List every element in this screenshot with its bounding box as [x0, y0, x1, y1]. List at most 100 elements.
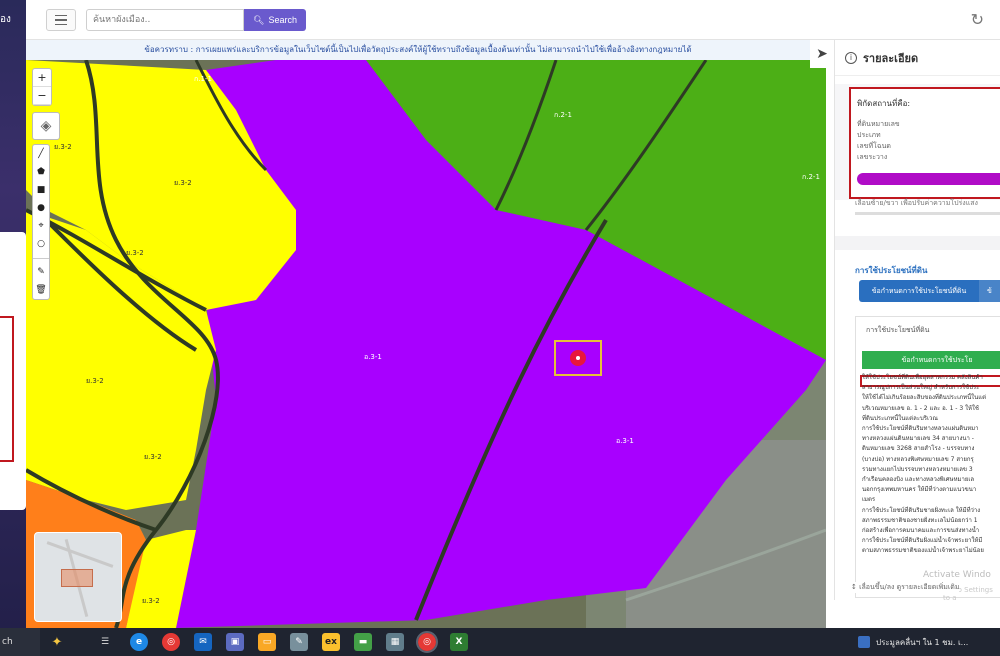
rule-line: กำเรือนคลองบิง และทางหลวงพิเศษหมายเล — [862, 476, 975, 484]
app-window: อง 🔍︎ Search ↻ ข้อควรทราบ : การเผยแพร่แล… — [0, 0, 1000, 656]
app-ex-icon[interactable]: ex — [322, 633, 340, 651]
mail-icon[interactable]: ✉ — [194, 633, 212, 651]
hamburger-menu-button[interactable] — [46, 9, 76, 31]
coordinate-label: พิกัดสถานที่คือ: — [857, 99, 911, 108]
rules-header: ข้อกำหนดการใช้ประโย — [862, 351, 1000, 369]
draw-circle-icon[interactable]: ● — [33, 199, 49, 217]
rule-line: นอกกรุงเทพมหานคร ให้มีที่ว่างตามแนวขนา — [862, 486, 977, 494]
taskbar-search[interactable]: ch — [0, 628, 40, 656]
rule-line: สาธารณูปการเป็นส่วนใหญ่ สำหรับการใช้ประ — [862, 384, 980, 392]
opacity-slider[interactable] — [855, 212, 1000, 215]
zoning-map-svg — [26, 60, 826, 628]
task-view-icon[interactable]: ☰ — [96, 633, 114, 651]
rule-line: การใช้ประโยชน์ที่ดินริมฝั่งแม่น้ำเจ้าพระ… — [862, 537, 983, 545]
parcel-number-label: ที่ดินหมายเลข — [857, 120, 900, 128]
rule-line: บริเวณหมายเลข อ. 1 - 2 และ อ. 1 - 3 ให้ใ… — [862, 404, 979, 412]
edit-layers-icon[interactable]: ✎ — [33, 263, 49, 281]
rule-line: รวมทางแยกไปบรรจบทางหลวงหมายเลข 3 — [862, 465, 973, 473]
excel-icon[interactable]: X — [450, 633, 468, 651]
map-view[interactable]: ย.3-2 ย.3-2 ย.3-2 ย.3-2 ย.3-2 ย.3-2 อ.3-… — [26, 60, 826, 628]
layers-icon[interactable]: ◈ — [32, 112, 60, 140]
chrome-browser-icon[interactable]: ◎ — [162, 633, 180, 651]
file-explorer-icon[interactable]: ▭ — [258, 633, 276, 651]
chrome-active-icon[interactable]: ◎ — [416, 631, 438, 653]
rule-line: เมตร — [862, 496, 876, 504]
zoom-out-button[interactable]: − — [33, 87, 51, 105]
zone-label: ย.3-2 — [86, 377, 104, 385]
left-highlight-box — [0, 316, 14, 462]
tab-landuse-rules[interactable]: ข้อกำหนดการใช้ประโยชน์ที่ดิน — [859, 280, 979, 302]
rule-line: ตามสภาพธรรมชาติของแม่น้ำเจ้าพระยาไม่น้อย — [862, 547, 984, 555]
search-icon: 🔍︎ — [253, 14, 265, 25]
draw-rectangle-icon[interactable]: ■ — [33, 181, 49, 199]
rule-line: ให้ใช้ประโยชน์ที่ดินเพื่ออุตสาหกรรม คลัง… — [862, 374, 983, 381]
draw-polygon-icon[interactable]: ⬟ — [33, 163, 49, 181]
info-icon: i — [845, 51, 857, 64]
zone-label: ก.1-1 — [194, 75, 212, 83]
landuse-card-label: การใช้ประโยชน์ที่ดิน — [866, 326, 930, 334]
windows-taskbar: ch ✦ ☰ e ◎ ✉ ▣ ▭ ✎ ex ▬ ▦ ◎ X ประมูลคลื่… — [0, 628, 1000, 656]
zone-label: ย.3-2 — [126, 249, 144, 257]
search-input[interactable] — [86, 9, 244, 31]
draw-circle-marker-icon[interactable]: ○ — [33, 235, 49, 253]
parcel-type-label: ประเภท — [857, 131, 881, 139]
rule-line: ให้ใช้ได้ไม่เกินร้อยละสิบของที่ดินประเภท… — [862, 394, 986, 402]
coordinate-box: พิกัดสถานที่คือ: ที่ดินหมายเลข ประเภท เล… — [849, 87, 1000, 199]
edge-browser-icon[interactable]: e — [130, 633, 148, 651]
collapse-panel-icon[interactable]: ➤ — [810, 40, 834, 68]
zone-label: อ.3-1 — [616, 437, 634, 445]
line-chat-icon[interactable]: ▬ — [354, 633, 372, 651]
panel-title: รายละเอียด — [863, 51, 919, 65]
logo-fragment: อง — [0, 14, 11, 25]
overview-minimap[interactable] — [34, 532, 122, 622]
notes-app-icon[interactable]: ✎ — [290, 633, 308, 651]
top-bar: 🔍︎ Search ↻ — [26, 0, 1000, 40]
rule-line: ก่อสร้างเพื่อการคมนาคมและการขนส่งทางน้ำ — [862, 527, 980, 535]
zone-label: ย.3-2 — [144, 453, 162, 461]
draw-marker-icon[interactable]: ⌖ — [33, 217, 49, 235]
rule-line: (บางบ่อ) ทางหลวงพิเศษหมายเลข 7 สายกรุ — [862, 455, 974, 463]
search-button[interactable]: 🔍︎ Search — [244, 9, 306, 31]
landuse-section-title: การใช้ประโยชน์ที่ดิน — [855, 266, 928, 275]
rules-text: ให้ใช้ประโยชน์ที่ดินเพื่ออุตสาหกรรม คลัง… — [862, 373, 1000, 557]
zone-label: ก.2-1 — [554, 111, 572, 119]
calculator-icon[interactable]: ▦ — [386, 633, 404, 651]
deed-number-label: เลขที่โฉนด — [857, 142, 891, 150]
zoom-in-button[interactable]: + — [33, 69, 51, 87]
map-sheet-label: เลขระวาง — [857, 153, 888, 161]
zone-label: ย.3-2 — [174, 179, 192, 187]
disclaimer-notice: ข้อควรทราบ : การเผยแพร่และบริการข้อมูลใน… — [26, 40, 810, 60]
zone-label: ย.3-2 — [54, 143, 72, 151]
zone-label: อ.3-1 — [364, 353, 382, 361]
location-marker-icon[interactable] — [570, 350, 586, 366]
delete-layers-icon[interactable]: 🗑︎ — [33, 281, 49, 299]
rule-line: การใช้ประโยชน์ที่ดินริมชายฝั่งทะเล ให้มี… — [862, 506, 981, 514]
rule-line: ที่ดินประเภทนี้ในแต่ละบริเวณ — [862, 414, 938, 422]
draw-line-icon[interactable]: ╱ — [33, 145, 49, 163]
opacity-slider-hint: เลื่อนซ้าย/ขวา เพื่อปรับค่าความโปร่งแสง — [855, 199, 978, 207]
zone-label: ย.3-2 — [142, 597, 160, 605]
store-icon[interactable]: ▣ — [226, 633, 244, 651]
news-widget-icon[interactable] — [858, 636, 870, 648]
search-button-label: Search — [268, 15, 297, 25]
minimap-viewport[interactable] — [61, 569, 93, 587]
zone-label: ก.2-1 — [802, 173, 820, 181]
left-panel-fragment — [0, 232, 26, 510]
scroll-hint: ↕ เลื่อนขึ้น/ลง ดูรายละเอียดเพิ่มเติม — [851, 582, 960, 593]
rule-line: สภาพธรรมชาติของชายฝั่งทะเลไม่น้อยกว่า 1 — [862, 516, 978, 524]
rule-line: ทางหลวงแผ่นดินหมายเลข 34 สายบางนา - — [862, 435, 974, 443]
tab-other[interactable]: ข้ — [979, 280, 1000, 302]
opacity-color-bar — [857, 173, 1000, 185]
rule-line: ดินหมายเลข 3268 สายสำโรง - บรรจบทาง — [862, 445, 975, 453]
taskbar-tray: ประมูลคลื่นฯ ใน 1 ชม. เ... — [858, 628, 968, 656]
draw-toolbar: ╱ ⬟ ■ ● ⌖ ○ ✎ 🗑︎ — [32, 144, 50, 300]
landuse-card: การใช้ประโยชน์ที่ดิน ข้อกำหนดการใช้ประโย… — [855, 316, 1000, 598]
news-ticker-text[interactable]: ประมูลคลื่นฯ ใน 1 ชม. เ... — [876, 636, 968, 649]
selected-parcel-highlight — [554, 340, 602, 376]
coordinate-card: พิกัดสถานที่คือ: ที่ดินหมายเลข ประเภท เล… — [835, 84, 1000, 200]
copilot-sparkle-icon[interactable]: ✦ — [48, 633, 66, 651]
activate-windows-watermark: Activate Windo — [923, 570, 991, 580]
zoom-controls: + − — [32, 68, 52, 106]
refresh-icon[interactable]: ↻ — [971, 10, 984, 29]
details-panel: i รายละเอียด พิกัดสถานที่คือ: ที่ดินหมาย… — [834, 40, 1000, 600]
